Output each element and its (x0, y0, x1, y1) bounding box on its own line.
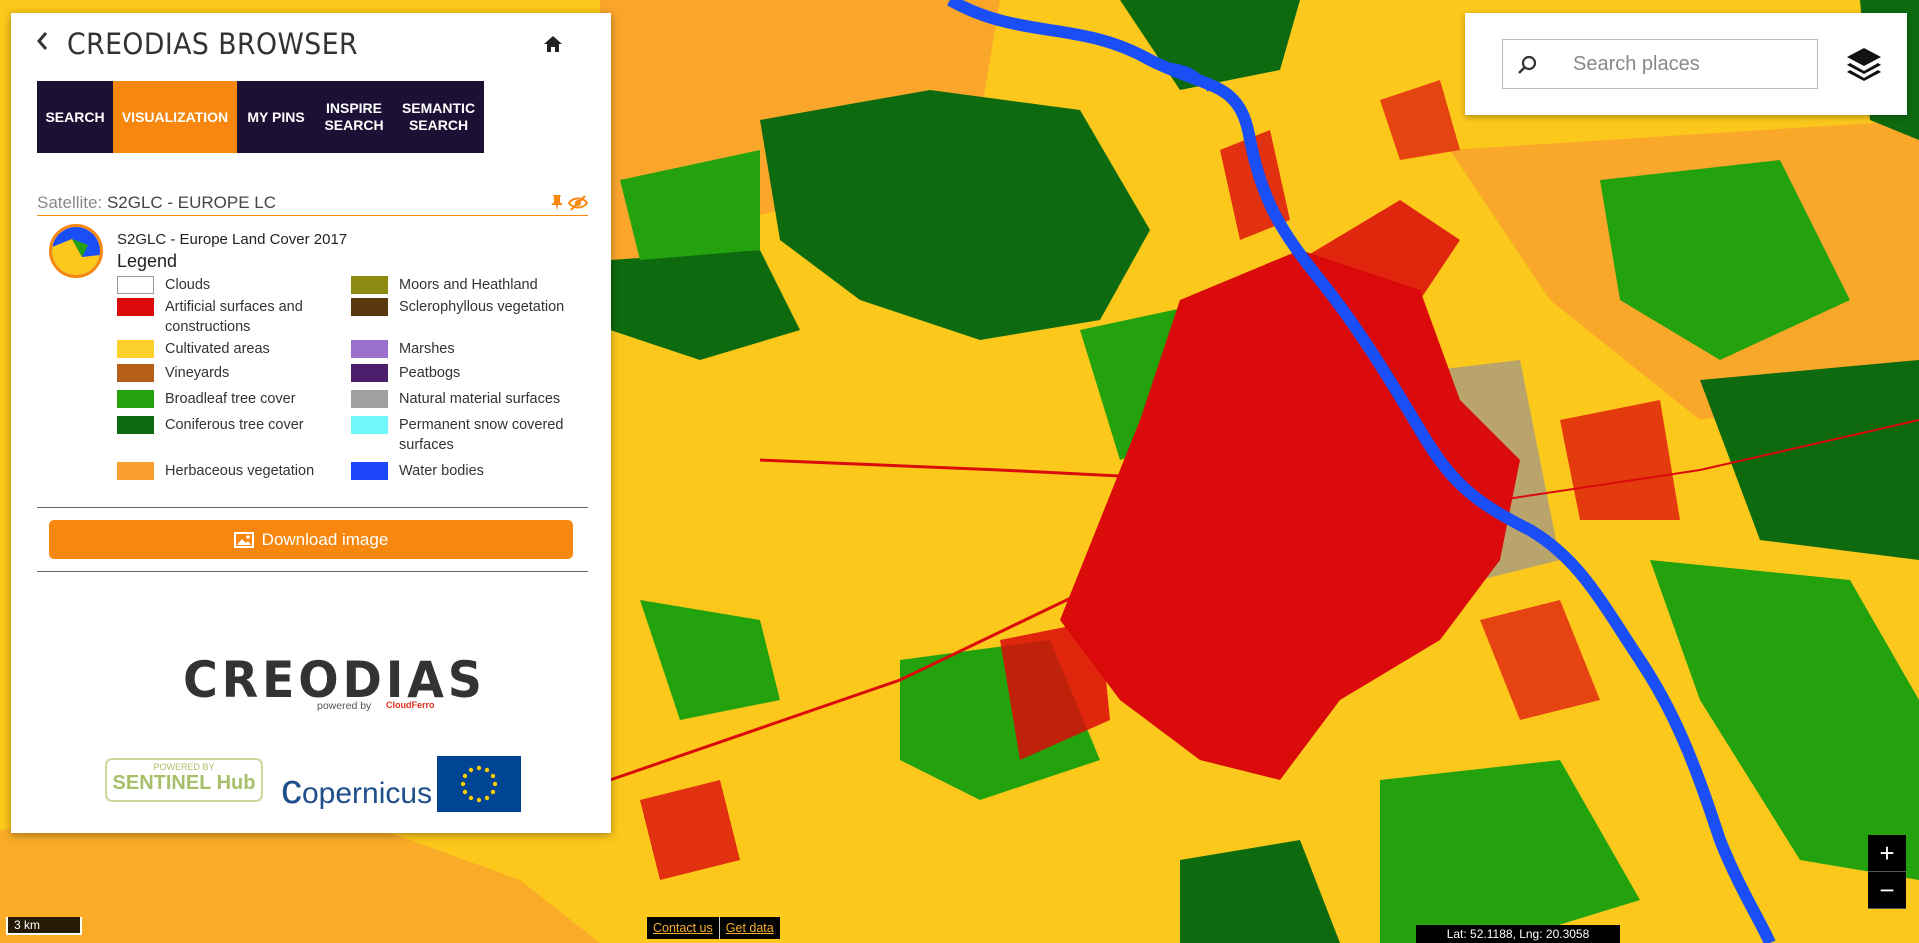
legend-label: Moors and Heathland (399, 277, 538, 293)
divider (37, 571, 588, 572)
powered-by-label: powered by (317, 700, 372, 712)
download-label: Download image (261, 529, 389, 549)
contact-us-link[interactable]: Contact us (647, 921, 719, 935)
legend-swatch (117, 462, 154, 480)
legend-swatch (117, 390, 154, 408)
download-image-button[interactable]: Download image (49, 520, 573, 559)
legend-swatch (117, 364, 154, 382)
search-icon (1517, 54, 1539, 76)
sentinel-hub-logo: POWERED BY SENTINEL Hub (105, 758, 263, 802)
home-icon[interactable] (542, 33, 564, 55)
coordinates-readout: Lat: 52.1188, Lng: 20.3058 (1416, 925, 1620, 943)
legend-label: Clouds (165, 277, 211, 293)
legend-label: Peatbogs (399, 365, 461, 381)
legend-swatch (351, 390, 388, 408)
tab-search[interactable]: SEARCH (37, 81, 113, 153)
legend-swatch (117, 276, 154, 294)
get-data-link[interactable]: Get data (720, 921, 780, 935)
legend-swatch (351, 364, 388, 382)
search-input[interactable] (1571, 52, 1805, 77)
pin-icon[interactable] (550, 194, 564, 212)
image-icon (233, 531, 254, 548)
eu-flag-logo (437, 756, 521, 812)
zoom-controls: + − (1868, 835, 1906, 911)
cloudferro-logo: CloudFerro (386, 700, 435, 710)
legend-label: Broadleaf tree cover (165, 391, 296, 407)
search-panel (1465, 13, 1907, 115)
back-arrow-icon[interactable] (35, 29, 59, 57)
satellite-value: S2GLC - EUROPE LC (106, 193, 277, 212)
legend-label: Herbaceous vegetation (165, 463, 315, 479)
layer-title: S2GLC - Europe Land Cover 2017 (117, 231, 348, 248)
side-panel: CREODIAS BROWSER SEARCH VISUALIZATION MY… (11, 13, 611, 833)
tab-semantic-search[interactable]: SEMANTIC SEARCH (393, 81, 484, 153)
legend-swatch (351, 298, 388, 316)
satellite-row: Satellite: S2GLC - EUROPE LC (37, 193, 589, 216)
zoom-out-button[interactable]: − (1868, 872, 1906, 909)
legend-swatch (351, 276, 388, 294)
legend-label: Artificial surfaces and constructions (165, 299, 303, 335)
legend-label: Cultivated areas (165, 341, 270, 357)
legend-label: Marshes (399, 341, 455, 357)
layer-thumbnail (49, 224, 103, 278)
copernicus-logo: copernicus (281, 765, 433, 812)
layers-icon[interactable] (1844, 46, 1884, 82)
search-field[interactable] (1502, 39, 1818, 89)
legend-title: Legend (117, 251, 178, 271)
zoom-in-button[interactable]: + (1868, 835, 1906, 872)
legend-swatch (351, 340, 388, 358)
legend-label: Coniferous tree cover (165, 417, 304, 433)
legend-swatch (117, 340, 154, 358)
legend-swatch (351, 462, 388, 480)
legend-label: Water bodies (399, 463, 484, 479)
app-title: CREODIAS BROWSER (67, 27, 359, 61)
legend-swatch (117, 416, 154, 434)
legend-swatch (351, 416, 388, 434)
divider (37, 507, 588, 508)
legend-label: Sclerophyllous vegetation (399, 299, 565, 315)
tab-my-pins[interactable]: MY PINS (237, 81, 315, 153)
main-tabs: SEARCH VISUALIZATION MY PINS INSPIRE SEA… (37, 81, 484, 153)
hide-layer-icon[interactable] (567, 195, 589, 211)
legend-swatch (117, 298, 154, 316)
tab-inspire-search[interactable]: INSPIRE SEARCH (315, 81, 393, 153)
footer-links: Contact us Get data (647, 917, 780, 939)
satellite-label: Satellite: (37, 193, 103, 212)
legend-label: Permanent snow covered surfaces (399, 417, 564, 453)
scale-bar: 3 km (6, 917, 82, 935)
tab-visualization[interactable]: VISUALIZATION (113, 81, 237, 153)
legend-label: Vineyards (165, 365, 230, 381)
legend-label: Natural material surfaces (399, 391, 561, 407)
